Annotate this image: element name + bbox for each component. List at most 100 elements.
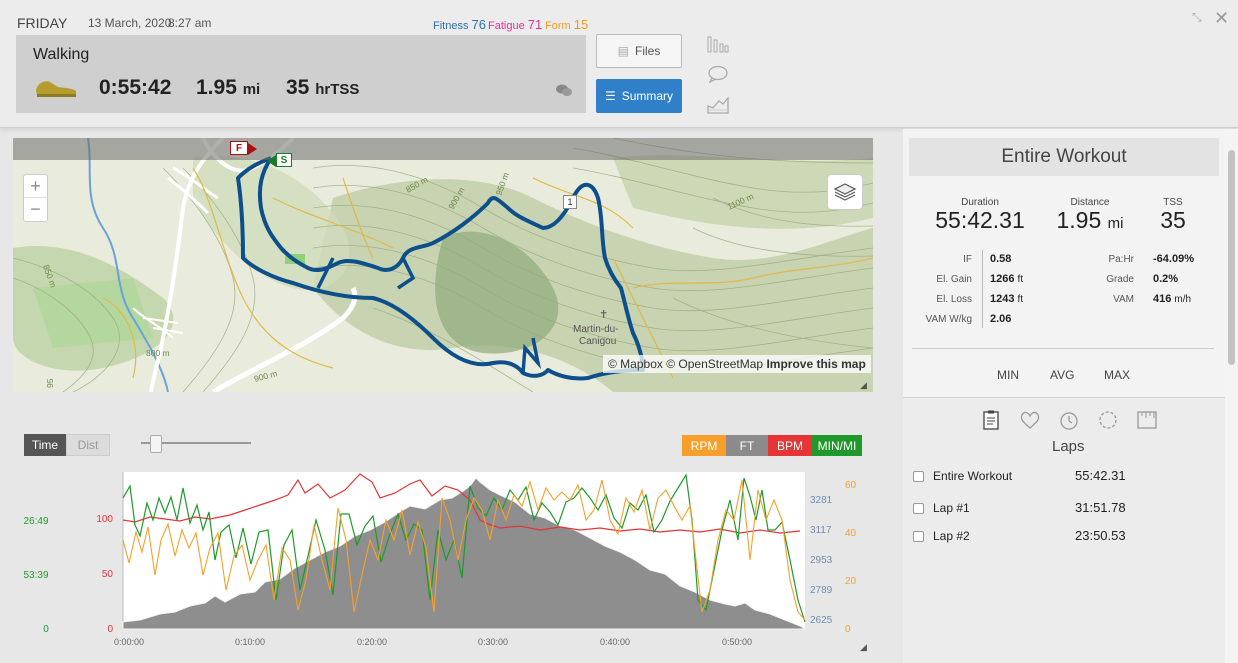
zoom-control: + − [23, 174, 48, 222]
col-header-max: MAX [1104, 368, 1131, 382]
bar-chart-icon[interactable] [707, 35, 729, 53]
fitness-metric: Fitness 76 [433, 17, 486, 32]
smoothing-slider-thumb[interactable] [150, 435, 162, 453]
osm-link[interactable]: © OpenStreetMap [666, 357, 763, 371]
place-name-line1: Martin-du- [573, 324, 619, 335]
comment-bubble-icon[interactable] [707, 65, 729, 83]
lap-checkbox[interactable] [913, 531, 924, 542]
workout-time: 8:27 am [168, 16, 212, 30]
files-button-label: Files [635, 44, 661, 58]
lap-row[interactable]: Lap #1 31:51.78 [913, 500, 1218, 526]
heart-icon[interactable] [1019, 409, 1041, 431]
distance-axis-button[interactable]: Dist [66, 434, 110, 456]
vam-value: 416 [1153, 293, 1172, 305]
fatigue-value: 71 [527, 17, 543, 32]
x-axis-tick: 0:40:00 [600, 637, 630, 647]
duration-stat: 0:55:42 [99, 76, 172, 99]
pace-axis-tick: 26:49 [23, 516, 48, 527]
expand-icon[interactable]: ⤡ [1192, 10, 1202, 25]
ruler-icon[interactable] [1136, 409, 1158, 431]
zoom-in-button[interactable]: + [24, 175, 47, 198]
workout-header: FRIDAY 13 March, 2020 8:27 am Fitness 76… [0, 0, 1238, 128]
zoom-out-button[interactable]: − [24, 198, 47, 221]
time-axis-button[interactable]: Time [24, 434, 66, 456]
el-gain-label: El. Gain [936, 274, 972, 285]
lap-row[interactable]: Entire Workout 55:42.31 [913, 468, 1218, 494]
lap-row[interactable]: Lap #2 23:50.53 [913, 528, 1218, 554]
form-value: 15 [573, 17, 589, 32]
distance-panel-value: 1.95 [1056, 207, 1102, 233]
pace-toggle[interactable]: MIN/MI [812, 435, 862, 456]
start-marker[interactable]: S [276, 153, 292, 167]
files-button[interactable]: ▤ Files [596, 34, 682, 68]
lap-time: 23:50.53 [1075, 528, 1126, 543]
map-resize-handle[interactable]: ◢ [860, 380, 867, 391]
line-chart-icon[interactable] [707, 96, 729, 114]
heart-rate-toggle[interactable]: BPM [768, 435, 812, 456]
hr-axis-tick: 100 [96, 514, 113, 525]
vam-wkg-value: 2.06 [990, 313, 1012, 325]
workout-day: FRIDAY [17, 15, 68, 31]
lap-checkbox[interactable] [913, 503, 924, 514]
col-header-min: MIN [997, 368, 1019, 382]
x-axis-tick: 0:50:00 [722, 637, 752, 647]
distance-panel-unit: mi [1107, 215, 1124, 232]
el-gain-stat: 1266 ft [990, 273, 1023, 285]
x-axis-tick: 0:00:00 [114, 637, 144, 647]
workout-date: 13 March, 2020 [88, 16, 172, 30]
stopwatch-icon[interactable] [1058, 409, 1080, 431]
vam-unit: m/h [1174, 294, 1192, 305]
lap-time: 31:51.78 [1075, 500, 1126, 515]
clipboard-icon[interactable] [980, 409, 1002, 431]
lap-checkbox[interactable] [913, 471, 924, 482]
route-map[interactable]: ✝ Martin-du- Canigou 850 m 900 m 950 m 1… [13, 138, 873, 392]
fatigue-label: Fatigue [488, 20, 525, 32]
lap-name: Lap #1 [933, 501, 970, 515]
summary-button[interactable]: ☰ Summary [596, 79, 682, 113]
svg-text:✝: ✝ [599, 309, 608, 321]
panel-scrollbar-thumb[interactable] [1228, 150, 1235, 365]
chart-resize-handle[interactable]: ◢ [860, 642, 867, 652]
stats-title: Entire Workout [909, 138, 1219, 176]
lap-marker[interactable]: 1 [563, 195, 577, 209]
cadence-axis-tick: 20 [845, 576, 857, 587]
layers-icon [833, 183, 857, 201]
el-loss-value: 1243 [990, 293, 1015, 305]
svg-text:800 m: 800 m [146, 348, 170, 358]
elevation-toggle[interactable]: FT [726, 435, 768, 456]
list-icon: ☰ [604, 89, 616, 103]
rpm-toggle[interactable]: RPM [682, 435, 726, 456]
tss-stat: 35 hrTSS [286, 76, 359, 100]
finish-marker[interactable]: F [230, 141, 248, 155]
x-axis-tick: 0:20:00 [357, 637, 387, 647]
elevation-axis-tick: 2625 [810, 615, 833, 626]
finish-flag-icon [248, 143, 257, 155]
fitness-label: Fitness [433, 20, 469, 32]
map-attribution: © Mapbox © OpenStreetMap Improve this ma… [603, 355, 871, 373]
close-icon[interactable]: ✕ [1214, 8, 1229, 29]
grade-value: 0.2% [1153, 273, 1179, 285]
dashed-circle-icon[interactable] [1097, 409, 1119, 431]
if-label: IF [963, 254, 972, 265]
elevation-axis-tick: 3281 [810, 495, 833, 506]
walking-shoe-icon [36, 81, 76, 97]
vam-label: VAM [1113, 294, 1134, 305]
elevation-axis-tick: 3117 [810, 525, 832, 536]
pace-axis-tick: 0 [43, 624, 49, 635]
lap-time: 55:42.31 [1075, 468, 1126, 483]
elevation-axis-tick: 2789 [810, 585, 833, 596]
distance-value: 1.95 [196, 76, 237, 99]
workout-chart[interactable]: 26:49 53:39 0 100 50 0 3281 3117 2953 27… [0, 465, 880, 663]
files-icon: ▤ [617, 44, 629, 58]
mapbox-link[interactable]: © Mapbox [608, 357, 663, 371]
el-loss-label: El. Loss [936, 294, 972, 305]
fatigue-metric: Fatigue 71 [488, 17, 542, 32]
comments-icon[interactable] [556, 84, 572, 98]
vam-stat: 416 m/h [1153, 293, 1191, 305]
map-layers-button[interactable] [827, 174, 863, 210]
el-gain-unit: ft [1017, 274, 1024, 285]
x-axis-tick: 0:30:00 [478, 637, 508, 647]
cadence-axis-tick: 0 [845, 624, 851, 635]
improve-map-link[interactable]: Improve this map [766, 357, 865, 371]
if-value: 0.58 [990, 253, 1012, 265]
